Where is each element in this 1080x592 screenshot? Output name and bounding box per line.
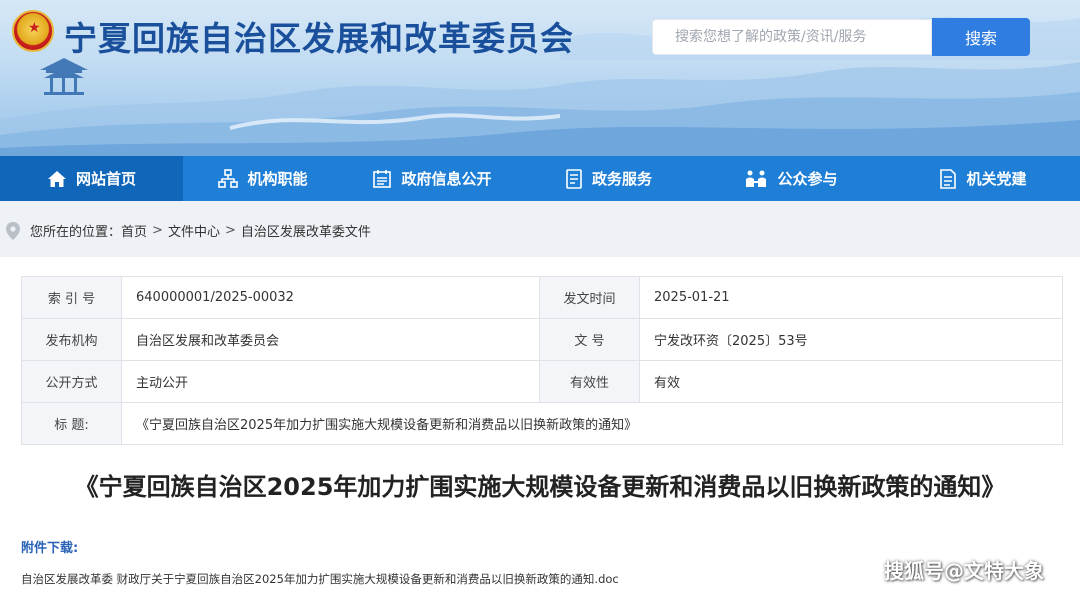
org-chart-icon (218, 168, 239, 188)
main-nav: 网站首页 机构职能 政府信息公开 政务服务 公众参与 机关党建 (0, 156, 1080, 201)
nav-gov-services[interactable]: 政务服务 (521, 156, 696, 201)
header-banner: ★ 宁夏回族自治区发展和改革委员会 搜索 (0, 0, 1080, 156)
open-mode-label: 公开方式 (21, 360, 122, 403)
breadcrumb-separator: > (152, 223, 163, 238)
content-panel: 索 引 号 640000001/2025-00032 发文时间 2025-01-… (6, 260, 1074, 592)
validity-label: 有效性 (539, 360, 640, 403)
nav-label: 机构职能 (247, 170, 308, 188)
index-no-label: 索 引 号 (21, 276, 122, 319)
breadcrumb-prefix: 您所在的位置： (30, 225, 122, 240)
date-value: 2025-01-21 (639, 276, 1063, 319)
doc-no-value: 宁发改环资〔2025〕53号 (639, 318, 1063, 361)
publisher-label: 发布机构 (21, 318, 122, 361)
document-heading: 《宁夏回族自治区2025年加力扩围实施大规模设备更新和消费品以旧换新政策的通知》 (74, 473, 1006, 501)
attachment-label: 附件下载: (21, 541, 79, 556)
breadcrumb-separator: > (224, 223, 236, 238)
nav-party-building[interactable]: 机关党建 (886, 156, 1080, 201)
publisher-value: 自治区发展和改革委员会 (121, 318, 540, 361)
breadcrumb: 您所在的位置： 首页 > 文件中心 > 自治区发展改革委文件 (6, 221, 371, 240)
breadcrumb-file-center[interactable]: 文件中心 (168, 221, 220, 240)
table-row: 索 引 号 640000001/2025-00032 发文时间 2025-01-… (21, 276, 1063, 319)
national-emblem-icon: ★ (12, 10, 54, 52)
search-button[interactable]: 搜索 (932, 18, 1030, 56)
nav-org-functions[interactable]: 机构职能 (183, 156, 343, 201)
nav-label: 公众参与 (777, 170, 838, 188)
table-row: 标 题: 《宁夏回族自治区2025年加力扩围实施大规模设备更新和消费品以旧换新政… (21, 402, 1063, 445)
calendar-list-icon (373, 169, 392, 188)
doc-no-label: 文 号 (539, 318, 640, 361)
document-meta-table: 索 引 号 640000001/2025-00032 发文时间 2025-01-… (21, 276, 1063, 445)
validity-value: 有效 (639, 360, 1063, 403)
document-list-icon (566, 168, 582, 189)
date-label: 发文时间 (539, 276, 640, 319)
people-icon (746, 170, 767, 187)
table-row: 公开方式 主动公开 有效性 有效 (21, 360, 1063, 403)
watermark: 搜狐号@文特大象 (884, 559, 1044, 583)
table-row: 发布机构 自治区发展和改革委员会 文 号 宁发改环资〔2025〕53号 (21, 318, 1063, 361)
title-value: 《宁夏回族自治区2025年加力扩围实施大规模设备更新和消费品以旧换新政策的通知》 (121, 402, 1063, 445)
open-mode-value: 主动公开 (121, 360, 540, 403)
home-icon (47, 170, 66, 187)
nav-gov-info[interactable]: 政府信息公开 (343, 156, 521, 201)
nav-public-participation[interactable]: 公众参与 (696, 156, 886, 201)
location-pin-icon (6, 221, 20, 240)
site-title: 宁夏回族自治区发展和改革委员会 (64, 19, 574, 58)
index-no-value: 640000001/2025-00032 (121, 276, 540, 319)
nav-label: 政务服务 (591, 170, 652, 188)
nav-label: 机关党建 (966, 170, 1027, 188)
breadcrumb-home[interactable]: 首页 (121, 221, 147, 240)
nav-home[interactable]: 网站首页 (0, 156, 183, 201)
nav-label: 网站首页 (75, 170, 136, 188)
breadcrumb-current[interactable]: 自治区发展改革委文件 (241, 221, 371, 240)
document-icon (940, 168, 957, 189)
search-input[interactable] (652, 19, 932, 55)
attachment-link[interactable]: 自治区发展改革委 财政厅关于宁夏回族自治区2025年加力扩围实施大规模设备更新和… (21, 571, 619, 587)
nav-label: 政府信息公开 (401, 170, 492, 188)
title-label: 标 题: (21, 402, 122, 445)
breadcrumb-bar: 您所在的位置： 首页 > 文件中心 > 自治区发展改革委文件 (0, 201, 1080, 257)
